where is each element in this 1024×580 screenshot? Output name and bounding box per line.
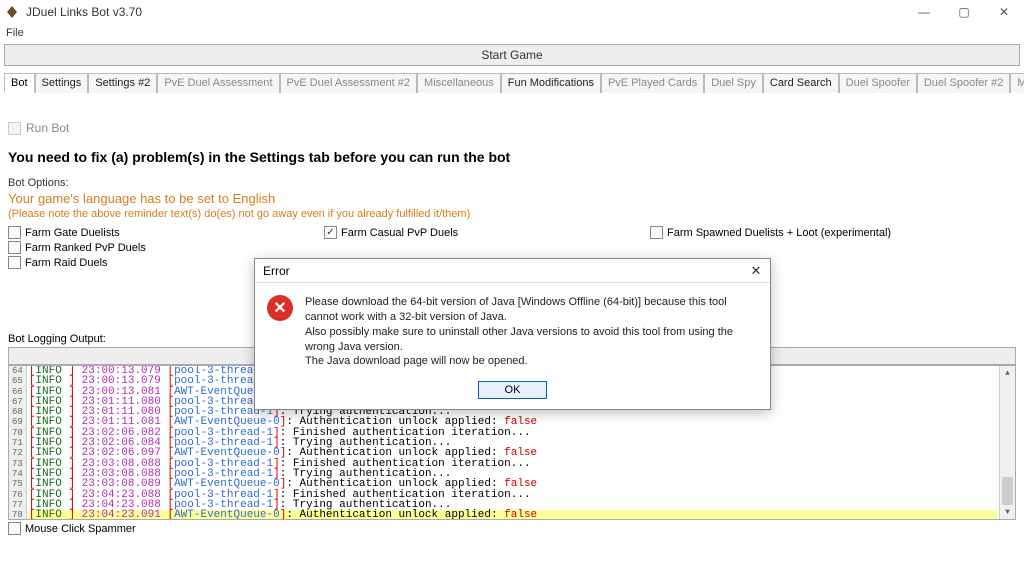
log-line: [INFO ] 23:04:23.091 [AWT-EventQueue-0]:… — [29, 510, 997, 520]
close-button[interactable]: ✕ — [984, 0, 1024, 24]
farm-casual-checkbox[interactable] — [324, 226, 337, 239]
error-dialog-body: ✕ Please download the 64-bit version of … — [255, 283, 770, 377]
app-icon — [4, 4, 20, 20]
error-dialog-close-icon[interactable]: ✕ — [746, 261, 766, 281]
error-dialog-title: Error — [263, 264, 290, 278]
farm-row-2: Farm Ranked PvP Duels — [8, 241, 1016, 254]
tab-strip: BotSettingsSettings #2PvE Duel Assessmen… — [4, 72, 1020, 93]
farm-spawned-label: Farm Spawned Duelists + Loot (experiment… — [667, 227, 891, 239]
error-icon: ✕ — [267, 295, 293, 321]
window-title: JDuel Links Bot v3.70 — [26, 5, 142, 19]
error-dialog-titlebar[interactable]: Error ✕ — [255, 259, 770, 283]
farm-raid-checkbox[interactable] — [8, 256, 21, 269]
scroll-thumb[interactable] — [1002, 477, 1013, 505]
menu-bar: File — [0, 24, 1024, 42]
error-dialog-text: Please download the 64-bit version of Ja… — [305, 295, 758, 369]
run-bot-row: Run Bot — [8, 121, 1016, 135]
log-scrollbar[interactable]: ▲ ▼ — [999, 366, 1015, 519]
scroll-up-icon[interactable]: ▲ — [1000, 366, 1015, 380]
tab-pve-played-cards: PvE Played Cards — [601, 73, 704, 93]
farm-ranked-checkbox[interactable] — [8, 241, 21, 254]
error-dialog-footer: OK — [255, 377, 770, 409]
run-bot-label: Run Bot — [26, 121, 69, 135]
tab-duel-spoofer-2: Duel Spoofer #2 — [917, 73, 1011, 93]
language-warning: Your game's language has to be set to En… — [8, 191, 1016, 206]
mouse-spammer-checkbox[interactable] — [8, 522, 21, 535]
farm-gate-label: Farm Gate Duelists — [25, 227, 120, 239]
tab-fun-modifications[interactable]: Fun Modifications — [501, 73, 601, 93]
run-bot-checkbox — [8, 122, 21, 135]
ok-button[interactable]: OK — [478, 381, 548, 399]
farm-spawned-checkbox[interactable] — [650, 226, 663, 239]
tab-settings-2[interactable]: Settings #2 — [88, 73, 157, 93]
tab-duel-spy: Duel Spy — [704, 73, 763, 93]
tab-settings[interactable]: Settings — [35, 73, 89, 93]
error-line-2: Also possibly make sure to uninstall oth… — [305, 325, 758, 355]
window-controls: — ▢ ✕ — [904, 0, 1024, 24]
farm-row-1: Farm Gate Duelists Farm Casual PvP Duels… — [8, 226, 1016, 239]
tab-pve-duel-assessment-2: PvE Duel Assessment #2 — [280, 73, 418, 93]
language-note: (Please note the above reminder text(s) … — [8, 208, 1016, 220]
tab-mod-patcher: Mod Patcher — [1010, 73, 1024, 93]
fix-warning-heading: You need to fix (a) problem(s) in the Se… — [8, 149, 1016, 165]
tab-bot[interactable]: Bot — [4, 73, 35, 93]
scroll-down-icon[interactable]: ▼ — [1000, 505, 1015, 519]
tab-pve-duel-assessment: PvE Duel Assessment — [157, 73, 279, 93]
farm-gate-checkbox[interactable] — [8, 226, 21, 239]
error-line-3: The Java download page will now be opene… — [305, 354, 758, 369]
title-bar: JDuel Links Bot v3.70 — ▢ ✕ — [0, 0, 1024, 24]
start-game-button[interactable]: Start Game — [4, 44, 1020, 66]
error-dialog: Error ✕ ✕ Please download the 64-bit ver… — [254, 258, 771, 410]
bot-options-label: Bot Options: — [8, 177, 1016, 189]
minimize-button[interactable]: — — [904, 0, 944, 24]
log-gutter: 646566676869707172737475767778 — [9, 366, 27, 519]
farm-raid-label: Farm Raid Duels — [25, 257, 108, 269]
tab-card-search[interactable]: Card Search — [763, 73, 839, 93]
mouse-spammer-row: Mouse Click Spammer — [8, 522, 1016, 535]
tab-duel-spoofer: Duel Spoofer — [839, 73, 917, 93]
farm-casual-label: Farm Casual PvP Duels — [341, 227, 458, 239]
tab-miscellaneous: Miscellaneous — [417, 73, 501, 93]
farm-ranked-label: Farm Ranked PvP Duels — [25, 242, 146, 254]
maximize-button[interactable]: ▢ — [944, 0, 984, 24]
error-line-1: Please download the 64-bit version of Ja… — [305, 295, 758, 325]
mouse-spammer-label: Mouse Click Spammer — [25, 523, 136, 535]
menu-file[interactable]: File — [6, 27, 24, 39]
